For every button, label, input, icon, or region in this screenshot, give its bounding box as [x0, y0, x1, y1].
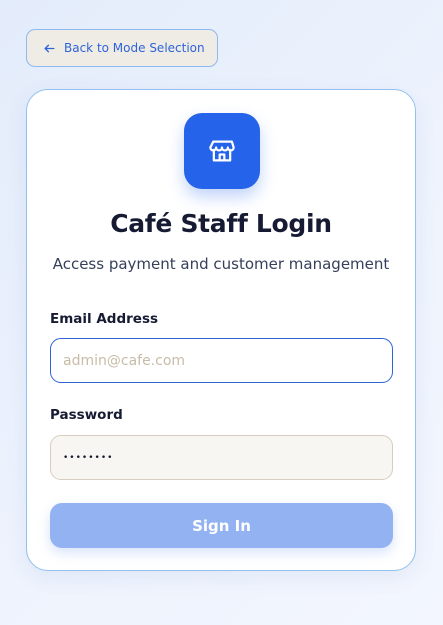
password-label: Password [50, 407, 123, 423]
page-title: Café Staff Login [110, 209, 332, 238]
back-button-label: Back to Mode Selection [64, 41, 205, 55]
page-subtitle: Access payment and customer management [52, 255, 390, 273]
arrow-left-icon [43, 42, 56, 55]
logo-badge [184, 113, 260, 189]
login-card: Café Staff Login Access payment and cust… [26, 89, 416, 571]
storefront-icon [208, 137, 236, 165]
email-field[interactable] [50, 338, 393, 383]
password-field[interactable] [50, 435, 393, 480]
back-to-mode-selection-button[interactable]: Back to Mode Selection [26, 29, 218, 67]
email-label: Email Address [50, 311, 159, 327]
sign-in-button[interactable]: Sign In [50, 503, 393, 548]
